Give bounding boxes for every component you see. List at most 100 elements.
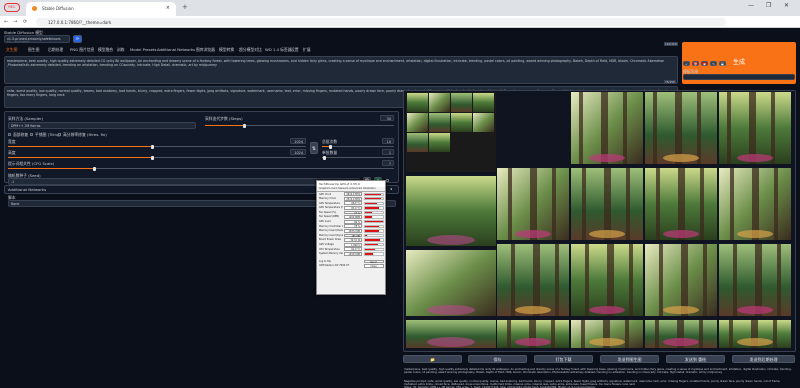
gpuz-close-button[interactable]: Close	[364, 264, 384, 268]
tab-close-icon[interactable]: ×	[166, 5, 170, 11]
gpuz-sensor-graph	[364, 210, 384, 215]
browser-tab[interactable]: Stable Diffusion ×	[26, 2, 176, 16]
close-window-button[interactable]: ✕	[784, 2, 789, 9]
gpuz-sensor-value: 61.0 °C	[344, 247, 362, 251]
gpuz-sensor-name: CPU Temperature	[319, 247, 340, 251]
gallery-image-thumbnail[interactable]	[645, 244, 717, 316]
gallery-image-thumbnail[interactable]	[406, 320, 496, 348]
gpuz-sensor-value: 99 %	[344, 219, 362, 224]
gallery-image-thumbnail[interactable]	[645, 320, 717, 348]
gpuz-sensor-name: Fan Speed (RPM)	[319, 215, 340, 219]
grid-cell-thumbnail	[451, 93, 472, 112]
grid-cell-thumbnail	[473, 93, 494, 112]
send-to-extras-button[interactable]: 发送到后期处理	[732, 355, 795, 363]
gpuz-log-label[interactable]: Log to file	[319, 260, 343, 263]
gallery-image-thumbnail[interactable]	[719, 168, 791, 240]
gallery-image-thumbnail[interactable]	[719, 244, 791, 316]
grid-cell-thumbnail	[429, 93, 450, 112]
gpuz-sensor-value: 37 %	[344, 210, 362, 215]
gpuz-sensor-name: GPU Voltage	[319, 243, 334, 247]
gallery-image-thumbnail[interactable]	[406, 176, 496, 246]
gpuz-sensor-value: 347.0 W	[344, 238, 362, 242]
gpuz-sensor-list: GPU Clock 2610.0 MHz Memory Clock 2514.0 MH…	[317, 192, 385, 256]
gpuz-sensor-graph	[364, 252, 384, 256]
open-folder-button[interactable]: 📁	[403, 355, 462, 363]
gallery-image-thumbnail[interactable]	[719, 92, 791, 164]
gpuz-card-name: AMD Radeon RX 7900 XT	[319, 264, 350, 268]
forward-icon[interactable]: →	[13, 19, 17, 25]
gallery-image-thumbnail[interactable]	[571, 244, 643, 316]
browser-tabbar: REC Stable Diffusion × + — ❐ ✕	[0, 0, 800, 16]
gpuz-sensor-graph	[364, 197, 384, 201]
address-bar: ← → ⟳ 127.0.0.1:7860/?__theme=dark	[0, 16, 800, 28]
grid-cell-thumbnail	[429, 133, 450, 152]
grid-cell-thumbnail	[473, 113, 494, 132]
tab-favicon-icon	[32, 6, 37, 11]
gpuz-sensor-value: 66.0 °C	[344, 201, 362, 205]
tab-title: Stable Diffusion	[42, 6, 74, 11]
gpuz-sensor-graph	[364, 192, 384, 196]
gallery-image-thumbnail[interactable]	[497, 168, 569, 240]
grid-cell-thumbnail	[451, 113, 472, 132]
reload-icon[interactable]: ⟳	[23, 19, 27, 25]
gallery-image-thumbnail[interactable]	[571, 168, 643, 240]
grid-cell-thumbnail	[407, 113, 428, 132]
grid-thumbnail[interactable]	[406, 92, 496, 172]
gpuz-card-row: AMD Radeon RX 7900 XT Close	[317, 264, 385, 269]
gpuz-reset-button[interactable]: Reset	[364, 259, 384, 264]
gallery-thumbnails	[406, 92, 791, 348]
gpuz-sensor-value: 14533 MB	[344, 251, 362, 256]
gpuz-sensor-value: 2610.0 MHz	[344, 192, 362, 196]
gpuz-sensor-value: 2514.0 MHz	[344, 196, 362, 201]
gpuz-sensor-name: System Memory Used	[319, 252, 343, 256]
gpuz-sensor-name: Memory Controller Load	[319, 224, 343, 228]
record-indicator: REC	[4, 3, 20, 12]
gpuz-sensor-graph	[364, 206, 384, 210]
gpuz-sensor-name: Memory Used (Dedicated)	[319, 229, 343, 233]
gpuz-sensor-name: Memory Used (Dynamic)	[319, 233, 343, 237]
gpuz-sensor-value: 1.000 V	[344, 242, 362, 247]
grid-cell-thumbnail	[407, 133, 428, 152]
gpuz-sensor-name: GPU Load	[319, 220, 331, 224]
webui-app: Stable Diffusion 模型 v1-5-pruned-emaonly.…	[0, 28, 800, 388]
gpuz-sensor-name: GPU Temperature	[319, 201, 340, 205]
save-button[interactable]: 保存	[468, 355, 527, 363]
url-field[interactable]: 127.0.0.1:7860/?__theme=dark	[36, 18, 726, 26]
gpuz-sensor-value: 1260 RPM	[344, 215, 362, 219]
gallery-image-thumbnail[interactable]	[571, 320, 643, 348]
gallery-image-thumbnail[interactable]	[719, 320, 791, 348]
back-icon[interactable]: ←	[4, 19, 8, 25]
gpuz-sensor-graph	[364, 224, 384, 229]
generation-info-prompt: masterpiece, best quality, high quality,…	[404, 368, 792, 375]
gpuz-sensor-graph	[364, 215, 384, 219]
gpuz-sensor-value: 18372 MB	[344, 228, 362, 233]
grid-cell-thumbnail	[429, 113, 450, 132]
gpuz-sensor-value: 83.0 °C	[344, 205, 362, 210]
gpuz-sensor-value: 78 %	[344, 224, 362, 228]
send-to-img2img-button[interactable]: 发送到图生图	[600, 355, 659, 363]
generation-info-params: Steps: 30, Sampler: DPM++ 2M Karras, CFG…	[404, 386, 596, 388]
gallery-image-thumbnail[interactable]	[497, 244, 569, 316]
grid-cell-thumbnail	[407, 93, 428, 112]
gallery-image-thumbnail[interactable]	[406, 250, 496, 316]
gpuz-sensor-graph	[364, 238, 384, 242]
gpuz-sensor-name: GPU Temperature (Hot Spot)	[319, 206, 343, 210]
gallery-image-thumbnail[interactable]	[645, 92, 717, 164]
gpuz-sensor-graph	[364, 247, 384, 252]
gpuz-sensor-name: Board Power Draw	[319, 238, 342, 242]
gpuz-sensor-graph	[364, 229, 384, 233]
gallery-image-thumbnail[interactable]	[497, 320, 569, 348]
zip-button[interactable]: 打包下载	[534, 355, 593, 363]
maximize-button[interactable]: ❐	[766, 2, 771, 9]
gpuz-sensor-name: Memory Clock	[319, 197, 336, 201]
minimize-button[interactable]: —	[748, 2, 754, 9]
gpuz-sensor-name: Fan Speed (%)	[319, 210, 337, 214]
send-to-inpaint-button[interactable]: 发送到 重绘	[666, 355, 725, 363]
gallery-image-thumbnail[interactable]	[571, 92, 643, 164]
gpuz-sensor-name: GPU Clock	[319, 192, 332, 196]
gpuz-sensor-value: 185 MB	[344, 233, 362, 238]
gallery-image-thumbnail[interactable]	[645, 168, 717, 240]
gpuz-sensor-graph	[364, 201, 384, 206]
gpuz-window: TechPowerUp GPU-Z 2.55.0 Graphics Card S…	[316, 180, 386, 295]
new-tab-button[interactable]: +	[182, 3, 188, 11]
